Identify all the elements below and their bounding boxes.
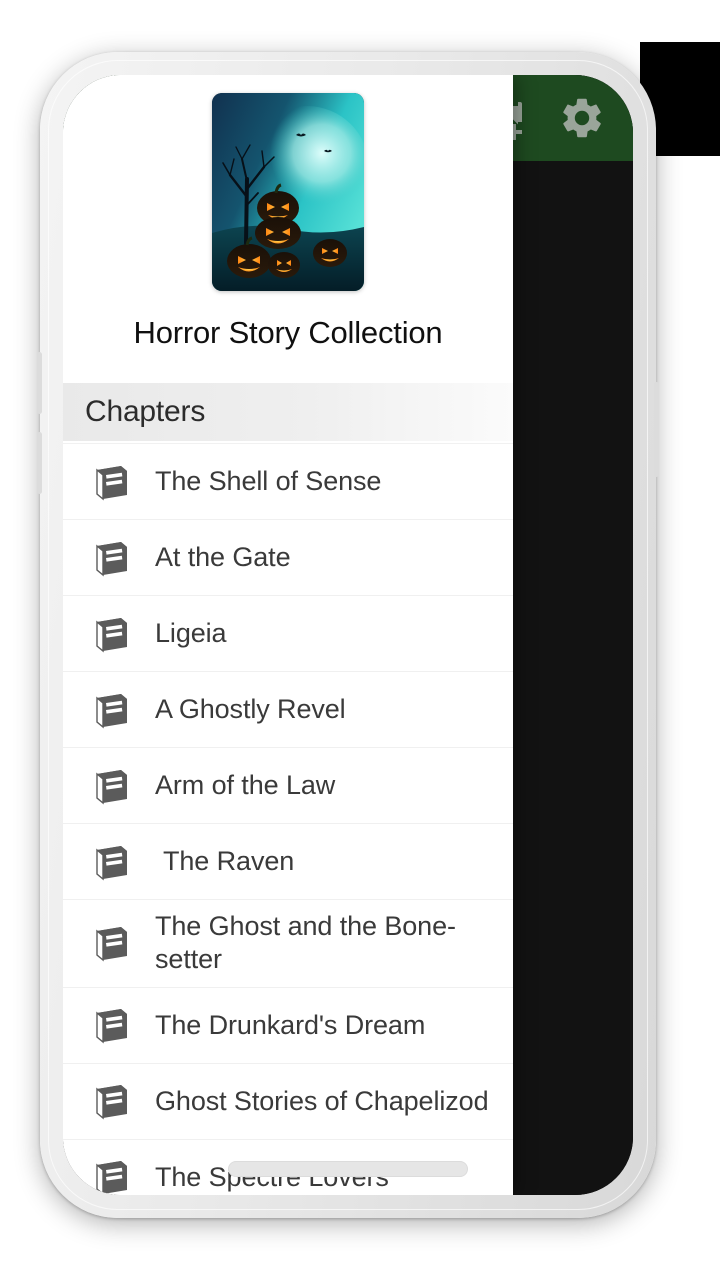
book-icon bbox=[91, 842, 133, 882]
home-indicator[interactable] bbox=[228, 1161, 468, 1177]
phone-screen: Fanu boy of e the ly, of Lough She and h… bbox=[63, 75, 633, 1195]
chapter-label: At the Gate bbox=[155, 541, 291, 572]
chapter-label: Arm of the Law bbox=[155, 769, 336, 800]
chapter-list-item[interactable]: Arm of the Law bbox=[63, 747, 513, 823]
chapter-label: The Drunkard's Dream bbox=[155, 1009, 426, 1040]
chapter-list-item[interactable]: A Ghostly Revel bbox=[63, 671, 513, 747]
book-icon bbox=[91, 1005, 133, 1045]
volume-down-button[interactable] bbox=[37, 432, 42, 494]
chapter-list-item[interactable]: The Raven bbox=[63, 823, 513, 899]
book-icon bbox=[91, 766, 133, 806]
chapter-list-item[interactable]: The Drunkard's Dream bbox=[63, 986, 513, 1063]
chapter-label: Ghost Stories of Chapelizod bbox=[155, 1085, 489, 1116]
phone-device-frame: Fanu boy of e the ly, of Lough She and h… bbox=[37, 52, 659, 1218]
navigation-drawer: Horror Story Collection Chapters The She… bbox=[63, 75, 513, 1195]
chapter-list-item[interactable]: Ligeia bbox=[63, 595, 513, 671]
chapter-list[interactable]: The Shell of Sense At the Gate Ligeia A … bbox=[63, 441, 513, 1195]
chapter-label: The Ghost and the Bone-setter bbox=[155, 911, 456, 975]
chapter-list-item[interactable]: The Shell of Sense bbox=[63, 443, 513, 519]
book-icon bbox=[91, 923, 133, 963]
book-icon bbox=[91, 538, 133, 578]
book-icon bbox=[91, 1157, 133, 1195]
chapter-list-item[interactable]: Ghost Stories of Chapelizod bbox=[63, 1062, 513, 1139]
book-icon bbox=[91, 690, 133, 730]
book-cover-image bbox=[212, 93, 364, 291]
screenshot-canvas: Fanu boy of e the ly, of Lough She and h… bbox=[0, 0, 720, 1280]
power-button[interactable] bbox=[654, 382, 659, 477]
drawer-header: Horror Story Collection bbox=[63, 75, 513, 365]
chapter-list-item[interactable]: At the Gate bbox=[63, 519, 513, 595]
book-icon bbox=[91, 1081, 133, 1121]
chapter-label: Ligeia bbox=[155, 617, 227, 648]
drawer-book-title: Horror Story Collection bbox=[133, 315, 443, 350]
volume-up-button[interactable] bbox=[37, 352, 42, 414]
chapter-label: The Raven bbox=[163, 845, 295, 876]
chapters-section-header: Chapters bbox=[63, 383, 513, 441]
book-icon bbox=[91, 462, 133, 502]
chapter-label: A Ghostly Revel bbox=[155, 693, 346, 724]
chapter-list-item[interactable]: The Ghost and the Bone-setter bbox=[63, 899, 513, 987]
book-icon bbox=[91, 614, 133, 654]
chapter-label: The Shell of Sense bbox=[155, 465, 382, 496]
